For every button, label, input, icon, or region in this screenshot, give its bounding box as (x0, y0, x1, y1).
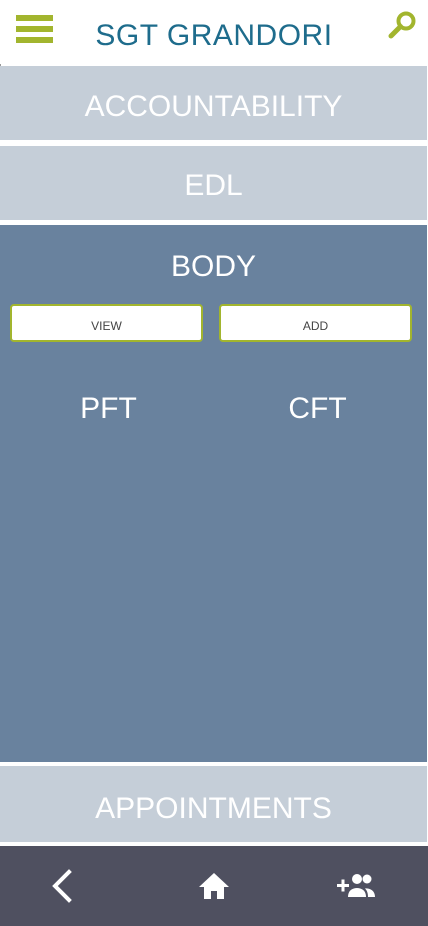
bottom-nav-bar (0, 846, 428, 926)
page-title: SGT GRANDORI (95, 19, 333, 52)
search-icon[interactable] (386, 10, 418, 40)
chevron-left-icon[interactable] (42, 866, 82, 906)
section-accountability-label: ACCOUNTABILITY (84, 90, 343, 123)
section-appointments-label: APPOINTMENTS (95, 792, 332, 825)
cft-item[interactable]: CFT (211, 392, 424, 426)
view-button[interactable]: VIEW (10, 304, 203, 342)
home-icon[interactable] (194, 866, 234, 906)
section-accountability[interactable]: ACCOUNTABILITY (0, 66, 427, 140)
app-root: SGT GRANDORI ACCOUNTABILITY EDL BODY VIE… (0, 0, 428, 926)
person-add-icon[interactable] (336, 866, 376, 906)
section-body: BODY VIEW ADD PFT CFT (0, 225, 427, 762)
section-body-label: BODY (170, 250, 257, 283)
add-button[interactable]: ADD (219, 304, 412, 342)
pft-item[interactable]: PFT (2, 392, 215, 426)
section-edl[interactable]: EDL (0, 146, 427, 220)
section-appointments[interactable]: APPOINTMENTS (0, 766, 427, 842)
header-bar: SGT GRANDORI (0, 0, 428, 64)
section-edl-label: EDL (184, 169, 243, 202)
